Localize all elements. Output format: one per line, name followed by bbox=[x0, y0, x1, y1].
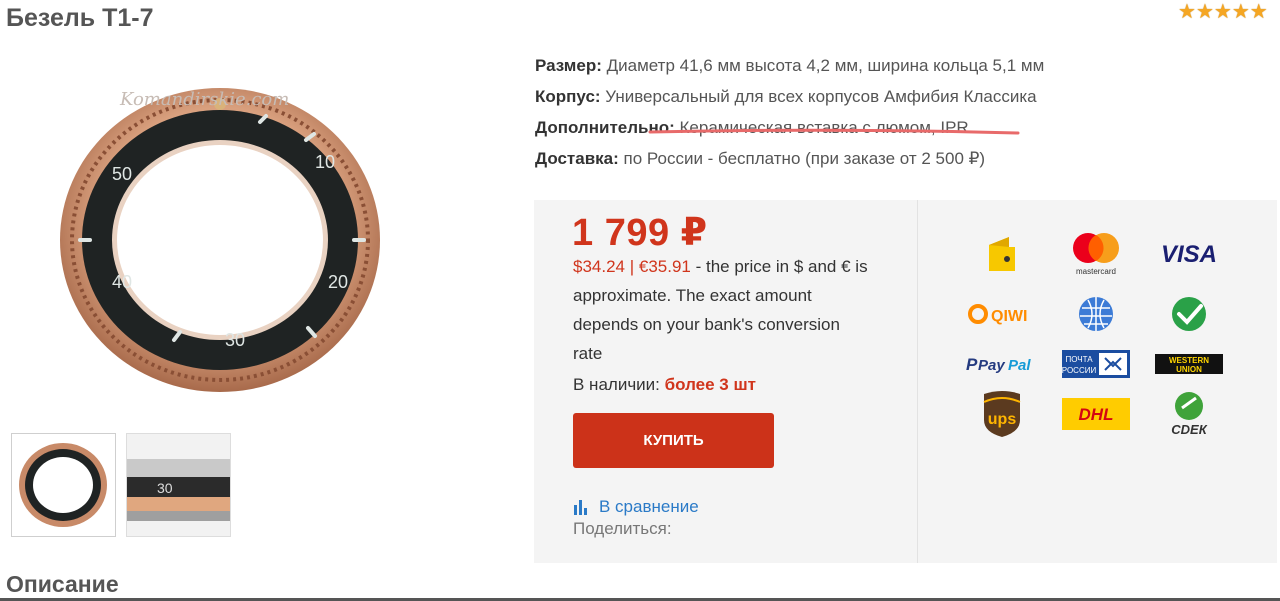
spec-value: по России - бесплатно (при заказе от 2 5… bbox=[623, 149, 986, 168]
mastercard-icon: mastercard bbox=[1060, 231, 1132, 276]
svg-text:30: 30 bbox=[225, 330, 245, 350]
spec-label: Доставка: bbox=[535, 149, 619, 168]
spec-delivery: Доставка: по России - бесплатно (при зак… bbox=[535, 143, 1044, 174]
svg-text:UNION: UNION bbox=[1176, 365, 1202, 374]
svg-text:WESTERN: WESTERN bbox=[1169, 356, 1209, 365]
star-icon: ★ bbox=[1249, 1, 1268, 23]
stock-status: В наличии: более 3 шт bbox=[573, 375, 756, 395]
star-icon: ★ bbox=[1195, 1, 1214, 23]
visa-icon: VISA bbox=[1153, 231, 1225, 275]
svg-text:ПОЧТА: ПОЧТА bbox=[1065, 355, 1093, 364]
spec-label: Корпус: bbox=[535, 87, 601, 106]
star-icon: ★ bbox=[1231, 1, 1250, 23]
svg-text:40: 40 bbox=[112, 272, 132, 292]
page-title: Безель T1-7 bbox=[6, 4, 154, 32]
svg-text:50: 50 bbox=[112, 164, 132, 184]
spec-value: Диаметр 41,6 мм высота 4,2 мм, ширина ко… bbox=[606, 56, 1045, 75]
svg-text:10: 10 bbox=[315, 152, 335, 172]
price: 1 799 ₽ bbox=[572, 212, 708, 254]
spec-label: Размер: bbox=[535, 56, 602, 75]
spec-size: Размер: Диаметр 41,6 мм высота 4,2 мм, ш… bbox=[535, 50, 1044, 81]
spec-case: Корпус: Универсальный для всех корпусов … bbox=[535, 81, 1044, 112]
svg-text:ups: ups bbox=[988, 411, 1017, 428]
spec-value: Универсальный для всех корпусов Амфибия … bbox=[605, 87, 1037, 106]
yandex-money-icon bbox=[966, 231, 1038, 275]
buy-button[interactable]: КУПИТЬ bbox=[573, 413, 774, 468]
svg-text:30: 30 bbox=[157, 480, 173, 496]
svg-text:СDЕК: СDЕК bbox=[1171, 422, 1207, 437]
watermark: Komandirskie.com bbox=[119, 89, 289, 110]
thumbnail-1[interactable] bbox=[11, 433, 116, 537]
dhl-icon: DHL bbox=[1060, 392, 1132, 436]
bar-chart-icon bbox=[574, 500, 587, 515]
stock-label: В наличии: bbox=[573, 375, 665, 394]
svg-text:QIWI: QIWI bbox=[991, 308, 1027, 325]
product-specs: Размер: Диаметр 41,6 мм высота 4,2 мм, ш… bbox=[535, 50, 1044, 174]
svg-text:VISA: VISA bbox=[1161, 241, 1217, 268]
webmoney-icon bbox=[1060, 292, 1132, 336]
price-approx-note: $34.24 | €35.91 - the price in $ and € i… bbox=[573, 252, 873, 368]
thumbnail-2[interactable]: 30 bbox=[126, 433, 231, 537]
product-main-image[interactable]: 10 20 30 40 50 Komandirskie.com bbox=[60, 70, 400, 400]
qiwi-icon: QIWI bbox=[966, 292, 1038, 336]
western-union-icon: WESTERN UNION bbox=[1153, 342, 1225, 386]
description-title: Описание bbox=[6, 571, 119, 597]
stock-value: более 3 шт bbox=[664, 375, 756, 394]
paypal-icon: P Pay Pal bbox=[966, 342, 1038, 386]
ups-icon: ups bbox=[966, 391, 1038, 437]
compare-link[interactable]: В сравнение bbox=[573, 497, 699, 517]
price-conversion: $34.24 | €35.91 bbox=[573, 257, 691, 276]
star-icon: ★ bbox=[1178, 1, 1196, 23]
svg-text:P: P bbox=[966, 355, 978, 374]
svg-text:mastercard: mastercard bbox=[1076, 267, 1116, 276]
svg-text:20: 20 bbox=[328, 272, 348, 292]
compare-label: В сравнение bbox=[599, 497, 699, 516]
share-label: Поделиться: bbox=[573, 519, 672, 538]
highlight-underline bbox=[648, 128, 1020, 135]
svg-text:Pay: Pay bbox=[978, 357, 1005, 374]
star-icon: ★ bbox=[1213, 1, 1232, 23]
rating-stars: ★ ★ ★ ★ ★ bbox=[1178, 2, 1268, 22]
svg-text:РОССИИ: РОССИИ bbox=[1062, 366, 1097, 375]
pochta-rossii-icon: ПОЧТА РОССИИ bbox=[1060, 342, 1132, 386]
svg-text:DHL: DHL bbox=[1079, 405, 1114, 424]
svg-text:Pal: Pal bbox=[1008, 357, 1031, 374]
sberbank-icon bbox=[1153, 292, 1225, 336]
cdek-icon: СDЕК bbox=[1153, 392, 1225, 437]
